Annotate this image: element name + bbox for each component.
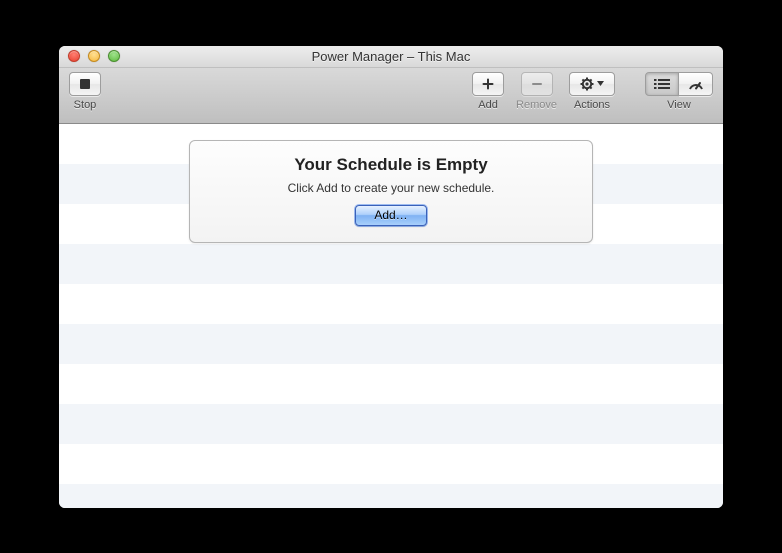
toolbar-group-add: Add [472,72,504,111]
chevron-down-icon [597,81,604,86]
stop-label: Stop [74,99,97,111]
empty-subtext: Click Add to create your new schedule. [208,181,574,195]
list-icon [654,78,670,90]
titlebar[interactable]: Power Manager – This Mac [59,46,723,68]
view-segmented-control [645,72,713,96]
remove-label: Remove [516,99,557,111]
toolbar-group-stop: Stop [69,72,101,111]
view-gauge-button[interactable] [679,72,713,96]
minus-icon [530,77,544,91]
empty-add-button[interactable]: Add… [355,205,427,226]
toolbar: Stop Add Remove [59,68,723,124]
close-window-button[interactable] [68,50,80,62]
stop-icon [78,77,92,91]
empty-heading: Your Schedule is Empty [208,155,574,175]
gear-icon [580,77,604,91]
toolbar-group-actions: Actions [569,72,615,111]
add-label: Add [478,99,498,111]
add-button[interactable] [472,72,504,96]
window-title: Power Manager – This Mac [59,49,723,64]
view-label: View [667,99,691,111]
zoom-window-button[interactable] [108,50,120,62]
stop-button[interactable] [69,72,101,96]
remove-button [521,72,553,96]
gauge-icon [688,78,704,90]
actions-label: Actions [574,99,610,111]
plus-icon [481,77,495,91]
toolbar-group-remove: Remove [516,72,557,111]
empty-state-panel: Your Schedule is Empty Click Add to crea… [189,140,593,243]
app-window: Power Manager – This Mac Stop [59,46,723,508]
actions-button[interactable] [569,72,615,96]
minimize-window-button[interactable] [88,50,100,62]
toolbar-group-view: View [645,72,713,111]
traffic-lights [59,50,120,62]
schedule-list: Your Schedule is Empty Click Add to crea… [59,124,723,508]
view-list-button[interactable] [645,72,679,96]
